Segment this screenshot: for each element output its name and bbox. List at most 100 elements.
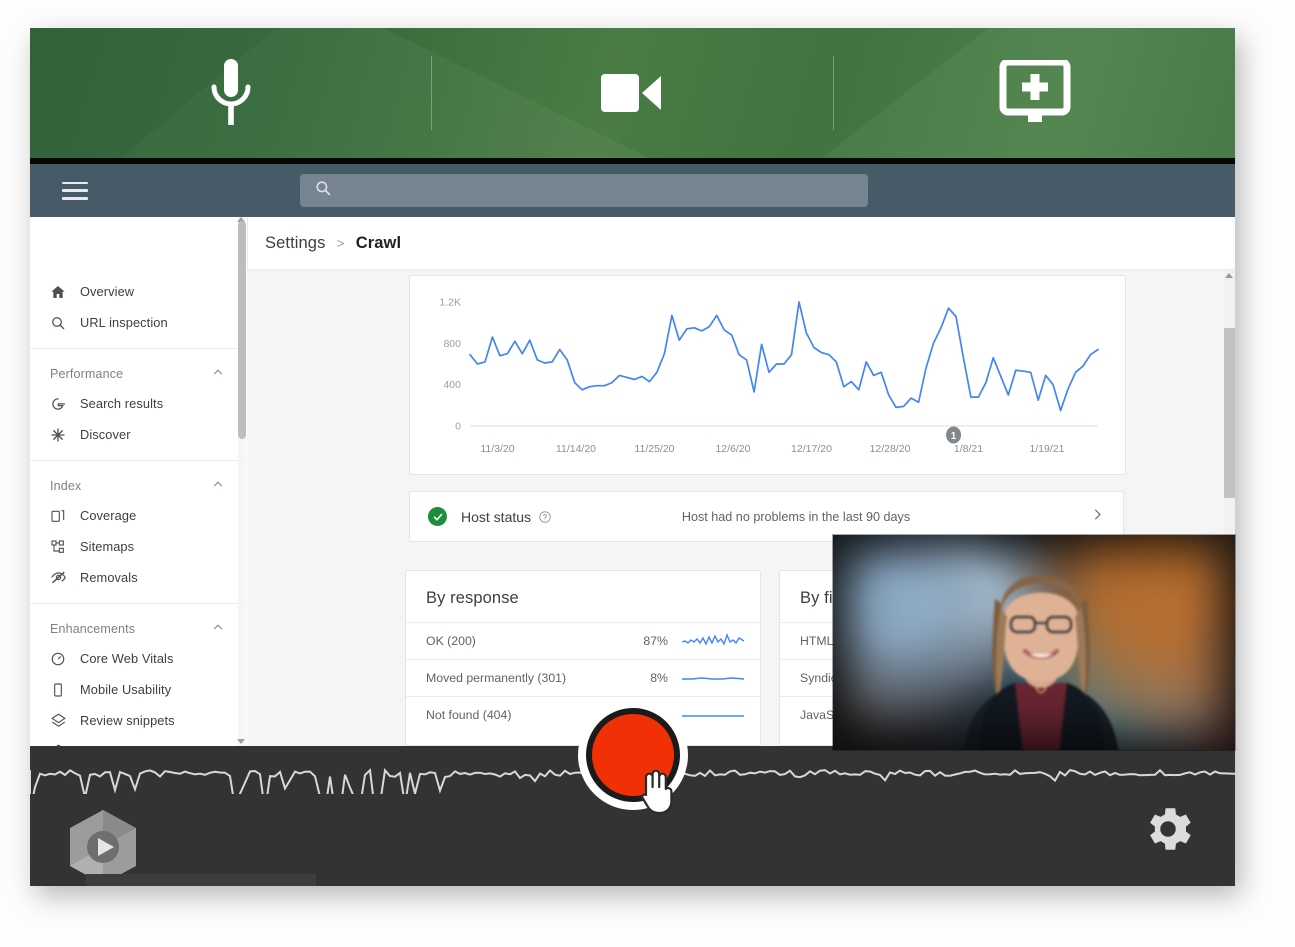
sidebar-item-label: Discover xyxy=(80,427,131,442)
google-g-icon xyxy=(50,396,80,412)
svg-text:11/14/20: 11/14/20 xyxy=(556,443,596,455)
crawl-requests-chart-card: 0 400 800 1.2K 11/3/20 11/14/20 11/25/20 12/6/2… xyxy=(409,275,1126,475)
hand-pointer-cursor xyxy=(634,765,674,820)
sidebar-item-label: Mobile Usability xyxy=(80,682,172,697)
sidebar-scroll-area: Overview URL inspection Performance Sear… xyxy=(30,217,247,746)
screen-add-icon xyxy=(997,60,1073,126)
search-input[interactable] xyxy=(300,174,868,207)
svg-text:1/8/21: 1/8/21 xyxy=(954,443,983,455)
sidebar-item-sitemaps[interactable]: Sitemaps xyxy=(30,531,247,562)
settings-button[interactable] xyxy=(1139,800,1197,863)
sidebar-group-title: Index xyxy=(50,478,82,493)
sidebar-item-label: Sitemaps xyxy=(80,539,135,554)
svg-text:12/6/20: 12/6/20 xyxy=(715,443,750,455)
mobile-icon xyxy=(50,682,80,698)
table-row[interactable]: Moved permanently (301) 8% xyxy=(406,659,760,696)
recorder-top-toolbar xyxy=(30,28,1235,158)
chevron-up-icon[interactable] xyxy=(211,365,225,382)
svg-text:1/19/21: 1/19/21 xyxy=(1029,443,1064,455)
video-camera-icon xyxy=(599,68,667,118)
table-row[interactable]: OK (200) 87% xyxy=(406,622,760,659)
recorder-tray xyxy=(86,874,316,886)
check-circle-icon xyxy=(428,507,447,526)
sidebar-item-label: Removals xyxy=(80,570,138,585)
chevron-up-icon[interactable] xyxy=(211,477,225,494)
search-icon xyxy=(314,179,332,202)
breadcrumb-crawl: Crawl xyxy=(355,233,402,252)
content-scrollbar-thumb[interactable] xyxy=(1224,328,1235,498)
sidebar-group-title: Enhancements xyxy=(50,621,136,636)
breadcrumb-separator: > xyxy=(336,235,345,251)
svg-text:800: 800 xyxy=(443,338,461,350)
sparkline-volatile xyxy=(681,633,745,649)
sidebar-item-label: Review snippets xyxy=(80,713,175,728)
sidebar-item-label: Core Web Vitals xyxy=(80,651,174,666)
camera-toggle[interactable] xyxy=(432,28,833,158)
sparkline-flat xyxy=(682,670,745,686)
sparkline-flat xyxy=(682,707,744,723)
row-percent: 87% xyxy=(643,634,668,648)
sidebar-item-label: Coverage xyxy=(80,508,137,523)
svg-text:1.2K: 1.2K xyxy=(439,297,461,309)
sitemap-icon xyxy=(50,539,80,555)
pages-icon xyxy=(50,508,80,524)
host-status-message: Host had no problems in the last 90 days xyxy=(681,509,911,524)
sidebar-item-core-web-vitals[interactable]: Core Web Vitals xyxy=(30,643,247,674)
sidebar-group-enhancements: Enhancements Core Web Vitals Mobile Usab… xyxy=(30,603,247,746)
svg-text:11/25/20: 11/25/20 xyxy=(634,443,674,455)
crawl-requests-chart[interactable]: 0 400 800 1.2K 11/3/20 11/14/20 11/25/20 12/6/2… xyxy=(410,276,1123,472)
hamburger-icon[interactable] xyxy=(62,181,88,200)
row-label: Moved permanently (301) xyxy=(426,671,567,685)
home-icon xyxy=(50,284,80,300)
sidebar-item-review-snippets[interactable]: Review snippets xyxy=(30,705,247,736)
speedometer-icon xyxy=(50,651,80,667)
svg-text:400: 400 xyxy=(443,379,461,391)
sidebar-item-overview[interactable]: Overview xyxy=(30,276,247,307)
sidebar-group-main: Overview URL inspection xyxy=(30,270,247,348)
record-button[interactable] xyxy=(578,700,688,815)
eye-off-icon xyxy=(50,569,80,586)
screen-share-toggle[interactable] xyxy=(834,28,1235,158)
presenter-webcam[interactable] xyxy=(833,535,1235,750)
svg-text:12/17/20: 12/17/20 xyxy=(791,443,832,455)
sidebar-group-header[interactable]: Enhancements xyxy=(30,614,247,643)
sidebar-item-label: Search results xyxy=(80,396,164,411)
toolbar-underline xyxy=(30,158,1235,164)
sidebar-item-search-results[interactable]: Search results xyxy=(30,388,247,419)
sidebar-item-coverage[interactable]: Coverage xyxy=(30,500,247,531)
search-icon xyxy=(50,315,80,331)
sidebar-scrollbar-thumb[interactable] xyxy=(238,221,246,439)
breadcrumb: Settings > Crawl xyxy=(247,217,1235,270)
gear-icon xyxy=(1139,808,1197,862)
sidebar-item-sitelinks-searchbox[interactable]: Sitelinks searchbox xyxy=(30,736,247,746)
scroll-up-arrow-icon[interactable] xyxy=(1225,273,1233,278)
chevron-right-icon[interactable] xyxy=(1090,507,1105,527)
svg-text:12/28/20: 12/28/20 xyxy=(870,443,911,455)
sidebar-item-url-inspection[interactable]: URL inspection xyxy=(30,307,247,338)
chevron-up-icon[interactable] xyxy=(211,620,225,637)
layers-icon xyxy=(50,712,80,729)
sidebar-group-performance: Performance Search results Discover xyxy=(30,348,247,460)
row-label: OK (200) xyxy=(426,634,476,648)
sidebar-group-header[interactable]: Performance xyxy=(30,359,247,388)
breadcrumb-settings[interactable]: Settings xyxy=(265,234,325,253)
svg-text:0: 0 xyxy=(455,421,461,433)
sidebar: Overview URL inspection Performance Sear… xyxy=(30,217,248,746)
sidebar-group-header[interactable]: Index xyxy=(30,471,247,500)
microphone-icon xyxy=(203,55,259,131)
sidebar-item-mobile-usability[interactable]: Mobile Usability xyxy=(30,674,247,705)
screenshot-stage: Settings > Crawl Overview URL inspection… xyxy=(0,0,1295,947)
sidebar-group-index: Index Coverage Sitemaps Removals xyxy=(30,460,247,603)
sidebar-item-removals[interactable]: Removals xyxy=(30,562,247,593)
scroll-down-arrow-icon[interactable] xyxy=(236,739,245,744)
sidebar-item-label: URL inspection xyxy=(80,315,168,330)
svg-text:11/3/20: 11/3/20 xyxy=(480,443,514,455)
sidebar-item-label: Overview xyxy=(80,284,135,299)
sidebar-item-discover[interactable]: Discover xyxy=(30,419,247,450)
sidebar-group-title: Performance xyxy=(50,366,124,381)
card-title: By response xyxy=(426,589,519,607)
app-top-bar xyxy=(30,164,1235,217)
svg-text:1: 1 xyxy=(951,431,957,442)
webcam-vignette xyxy=(833,535,1235,750)
microphone-toggle[interactable] xyxy=(30,28,431,158)
